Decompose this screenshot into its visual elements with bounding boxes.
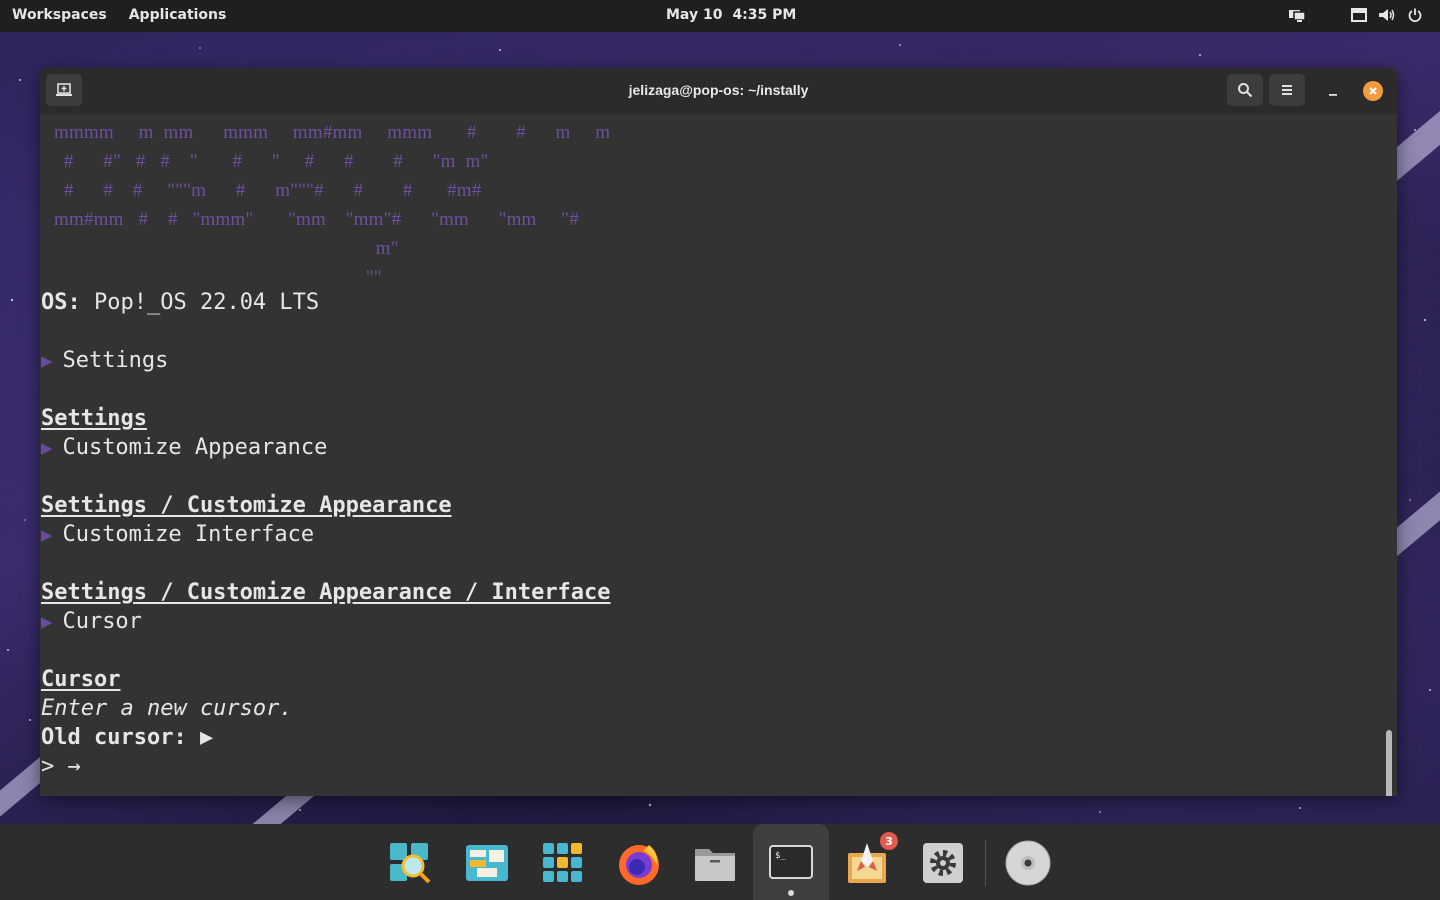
window-titlebar[interactable]: jelizaga@pop-os: ~/instally xyxy=(40,68,1397,114)
breadcrumb-heading: Settings / Customize Appearance / Interf… xyxy=(41,580,611,605)
old-cursor-label: Old cursor: xyxy=(41,725,187,750)
selection-arrow-icon: ▶ xyxy=(41,611,53,633)
terminal-window[interactable]: jelizaga@pop-os: ~/instally mmmm m mm mm… xyxy=(40,68,1397,796)
dock-pop-shop[interactable]: 3 xyxy=(834,830,900,896)
clock-date: May 10 xyxy=(666,7,723,23)
window-title: jelizaga@pop-os: ~/instally xyxy=(628,82,809,98)
notification-badge: 3 xyxy=(880,832,898,850)
cursor-input[interactable]: → xyxy=(68,754,81,779)
files-icon xyxy=(695,849,735,881)
dock-search-app[interactable] xyxy=(377,830,443,896)
settings-icon xyxy=(923,843,963,883)
os-label: OS: xyxy=(41,290,81,315)
app-grid-icon xyxy=(543,843,582,882)
volume-icon[interactable] xyxy=(1378,6,1396,24)
running-indicator xyxy=(788,890,794,896)
scrollbar[interactable] xyxy=(1386,730,1392,796)
ascii-line: mm#mm # # "mmm" "mm "mm"# "mm "mm "# xyxy=(54,209,579,230)
cursor-input-line[interactable]: > → xyxy=(41,754,81,779)
hamburger-menu-icon xyxy=(1282,85,1292,95)
selection-arrow-icon: ▶ xyxy=(41,524,53,546)
ascii-line: mmmm m mm mmm mm#mm mmm # # m m xyxy=(54,122,611,143)
dock-app-grid[interactable] xyxy=(530,830,596,896)
ascii-logo: mmmm m mm mmm mm#mm mmm # # m m # #" # #… xyxy=(54,118,610,292)
workspaces-button[interactable]: Workspaces xyxy=(12,7,107,23)
dock-terminal[interactable]: $_ xyxy=(753,824,829,900)
search-icon xyxy=(1238,83,1253,98)
menu-button[interactable] xyxy=(1269,74,1305,106)
breadcrumb-heading: Settings / Customize Appearance xyxy=(41,493,452,518)
minimize-icon xyxy=(1329,94,1337,96)
menu-option-label: Customize Interface xyxy=(62,522,315,547)
ascii-line: # #" # # " # " # # # "m m" xyxy=(54,151,489,172)
top-panel: Workspaces Applications May 10 4:35 PM xyxy=(0,0,1440,32)
power-icon[interactable] xyxy=(1406,6,1424,24)
firefox-icon xyxy=(619,845,659,885)
breadcrumb-heading: Settings xyxy=(41,406,147,431)
menu-option[interactable]: ▶ Settings xyxy=(41,348,168,373)
search-app-icon xyxy=(390,843,431,884)
ascii-line: "" xyxy=(54,267,382,288)
dock-disc[interactable] xyxy=(995,830,1061,896)
menu-option[interactable]: ▶ Customize Interface xyxy=(41,522,314,547)
minimize-button[interactable] xyxy=(1320,78,1346,104)
menu-option-label: Cursor xyxy=(62,609,142,634)
clock-time: 4:35 PM xyxy=(732,7,797,23)
close-button[interactable] xyxy=(1363,81,1383,101)
selection-arrow-icon: ▶ xyxy=(41,350,53,372)
svg-text:$_: $_ xyxy=(775,851,786,861)
dock-workspaces[interactable] xyxy=(454,830,520,896)
dock: $_ 3 xyxy=(0,824,1440,900)
dock-firefox[interactable] xyxy=(606,830,672,896)
dock-divider xyxy=(985,840,986,886)
old-cursor-value: ▶ xyxy=(199,725,214,750)
dock-settings[interactable] xyxy=(910,830,976,896)
search-button[interactable] xyxy=(1227,74,1263,106)
menu-option-label: Customize Appearance xyxy=(62,435,328,460)
breadcrumb-heading: Cursor xyxy=(41,667,121,692)
close-icon xyxy=(1369,87,1377,95)
disc-icon xyxy=(1005,840,1051,886)
menu-option[interactable]: ▶ Cursor xyxy=(41,609,142,634)
applications-button[interactable]: Applications xyxy=(129,7,227,23)
clock[interactable]: May 10 4:35 PM xyxy=(666,7,796,23)
prompt-hint: Enter a new cursor. xyxy=(41,696,293,721)
dock-files[interactable] xyxy=(682,830,748,896)
system-tray[interactable] xyxy=(1288,6,1424,24)
old-cursor-line: Old cursor: ▶ xyxy=(41,725,213,750)
menu-option[interactable]: ▶ Customize Appearance xyxy=(41,435,327,460)
os-line: OS: Pop!_OS 22.04 LTS xyxy=(41,290,319,315)
input-prompt: > xyxy=(41,754,55,779)
terminal-icon: $_ xyxy=(769,845,813,879)
ascii-line: # # # """m # m"""# # # #m# xyxy=(54,180,482,201)
battery-icon[interactable] xyxy=(1350,6,1368,24)
terminal-content[interactable]: mmmm m mm mmm mm#mm mmm # # m m # #" # #… xyxy=(40,114,1392,796)
os-value: Pop!_OS 22.04 LTS xyxy=(80,290,320,315)
workspaces-app-icon xyxy=(466,845,508,881)
selection-arrow-icon: ▶ xyxy=(41,437,53,459)
display-icon[interactable] xyxy=(1288,6,1306,24)
ascii-line: m" xyxy=(54,238,399,259)
menu-option-label: Settings xyxy=(62,348,169,373)
